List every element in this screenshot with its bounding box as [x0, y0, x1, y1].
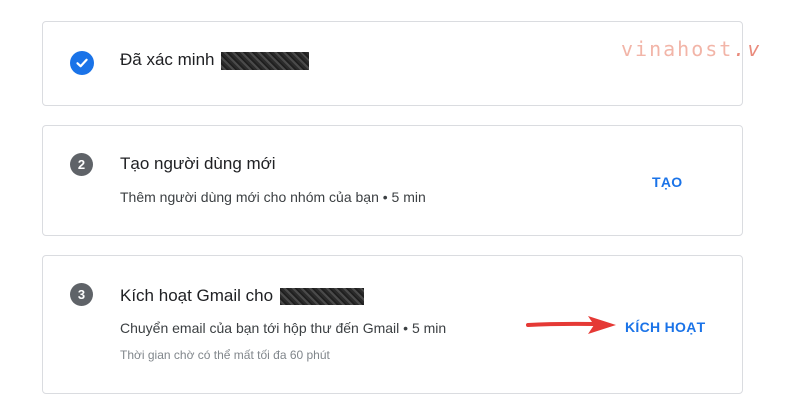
- step-description: Chuyển email của bạn tới hộp thư đến Gma…: [120, 320, 447, 336]
- step-note: Thời gian chờ có thể mất tối đa 60 phút: [120, 348, 330, 362]
- step-number-badge: 3: [70, 283, 93, 306]
- step-description: Thêm người dùng mới cho nhóm của bạn • 5…: [120, 189, 426, 205]
- activate-button[interactable]: KÍCH HOẠT: [625, 319, 705, 335]
- create-button[interactable]: TẠO: [652, 174, 682, 190]
- step-title: Tạo người dùng mới: [120, 154, 276, 173]
- check-icon: [70, 51, 94, 75]
- redacted-domain: [279, 288, 364, 306]
- redacted-domain: [221, 51, 310, 70]
- step-card-verified: Đã xác minh vinahost.v: [42, 21, 759, 106]
- step-card-create-user: 2 Tạo người dùng mới Thêm người dùng mới…: [42, 125, 743, 236]
- step-title: Đã xác minh: [120, 50, 310, 70]
- step-card-activate-gmail: 3 Kích hoạt Gmail cho Chuyển email của b…: [42, 255, 743, 394]
- vinahost-watermark-logo: vinahost.v: [621, 37, 762, 61]
- step-title: Kích hoạt Gmail cho: [120, 286, 364, 306]
- arrow-right-icon: [526, 316, 616, 334]
- step-number-badge: 2: [70, 153, 93, 176]
